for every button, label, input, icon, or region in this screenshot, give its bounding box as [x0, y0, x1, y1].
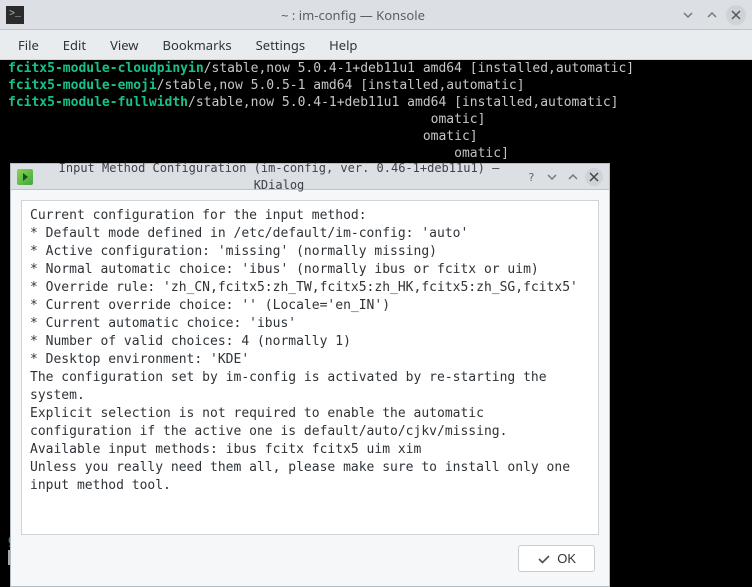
dialog-text-line: The configuration set by im-config is ac…	[30, 369, 590, 405]
ok-button[interactable]: OK	[518, 545, 595, 572]
dialog-text-line: Explicit selection is not required to en…	[30, 405, 590, 441]
dialog-text-line: * Normal automatic choice: 'ibus' (norma…	[30, 261, 590, 279]
dialog-button-bar: OK	[11, 545, 609, 586]
dialog-title: Input Method Configuration (im-config, v…	[39, 160, 519, 194]
dialog-body: Current configuration for the input meth…	[21, 200, 599, 535]
window-title: ~ : im-config — Konsole	[32, 6, 674, 24]
menu-edit[interactable]: Edit	[53, 32, 96, 58]
terminal-line: omatic]	[0, 111, 752, 128]
terminal-icon: >_	[6, 6, 24, 24]
dialog-text-line: * Desktop environment: 'KDE'	[30, 351, 590, 369]
konsole-window: >_ ~ : im-config — Konsole File Edit Vie…	[0, 0, 752, 578]
check-icon	[537, 552, 551, 566]
dialog-maximize-button[interactable]	[564, 168, 582, 186]
dialog-help-button[interactable]: ?	[522, 168, 540, 186]
package-name: fcitx5-module-emoji	[8, 78, 157, 93]
menu-help[interactable]: Help	[319, 32, 367, 58]
package-rest: omatic]	[8, 129, 478, 144]
dialog-text-line: * Default mode defined in /etc/default/i…	[30, 225, 590, 243]
package-rest: /stable,now 5.0.5-1 amd64 [installed,aut…	[157, 78, 525, 93]
maximize-button[interactable]	[702, 5, 722, 25]
dialog-text-line: * Current override choice: '' (Locale='e…	[30, 297, 590, 315]
close-button[interactable]	[726, 5, 746, 25]
dialog-titlebar: Input Method Configuration (im-config, v…	[11, 164, 609, 190]
terminal-line: fcitx5-module-fullwidth/stable,now 5.0.4…	[0, 94, 752, 111]
dialog-text-line: Current configuration for the input meth…	[30, 207, 590, 225]
package-name: fcitx5-module-cloudpinyin	[8, 61, 204, 76]
im-config-dialog: Input Method Configuration (im-config, v…	[10, 163, 610, 587]
terminal-area[interactable]: fcitx5-module-cloudpinyin/stable,now 5.0…	[0, 60, 752, 578]
dialog-close-button[interactable]	[585, 168, 603, 186]
package-rest: omatic]	[8, 112, 485, 127]
dialog-minimize-button[interactable]	[543, 168, 561, 186]
dialog-text-line: Unless you really need them all, please …	[30, 459, 590, 495]
menubar: File Edit View Bookmarks Settings Help	[0, 30, 752, 60]
run-icon	[17, 169, 33, 185]
terminal-line: omatic]	[0, 128, 752, 145]
terminal-line: fcitx5-module-cloudpinyin/stable,now 5.0…	[0, 60, 752, 77]
menu-bookmarks[interactable]: Bookmarks	[153, 32, 242, 58]
svg-text:?: ?	[528, 171, 535, 183]
ok-button-label: OK	[557, 551, 576, 566]
minimize-button[interactable]	[678, 5, 698, 25]
menu-view[interactable]: View	[100, 32, 148, 58]
package-rest: /stable,now 5.0.4-1+deb11u1 amd64 [insta…	[204, 61, 634, 76]
menu-file[interactable]: File	[8, 32, 49, 58]
dialog-text-line: * Override rule: 'zh_CN,fcitx5:zh_TW,fci…	[30, 279, 590, 297]
dialog-text-line: * Current automatic choice: 'ibus'	[30, 315, 590, 333]
package-rest: /stable,now 5.0.4-1+deb11u1 amd64 [insta…	[188, 95, 618, 110]
dialog-text-line: Available input methods: ibus fcitx fcit…	[30, 441, 590, 459]
dialog-text-line: * Number of valid choices: 4 (normally 1…	[30, 333, 590, 351]
package-name: fcitx5-module-fullwidth	[8, 95, 188, 110]
dialog-text-line: * Active configuration: 'missing' (norma…	[30, 243, 590, 261]
terminal-line: fcitx5-module-emoji/stable,now 5.0.5-1 a…	[0, 77, 752, 94]
window-titlebar: >_ ~ : im-config — Konsole	[0, 0, 752, 30]
menu-settings[interactable]: Settings	[246, 32, 315, 58]
